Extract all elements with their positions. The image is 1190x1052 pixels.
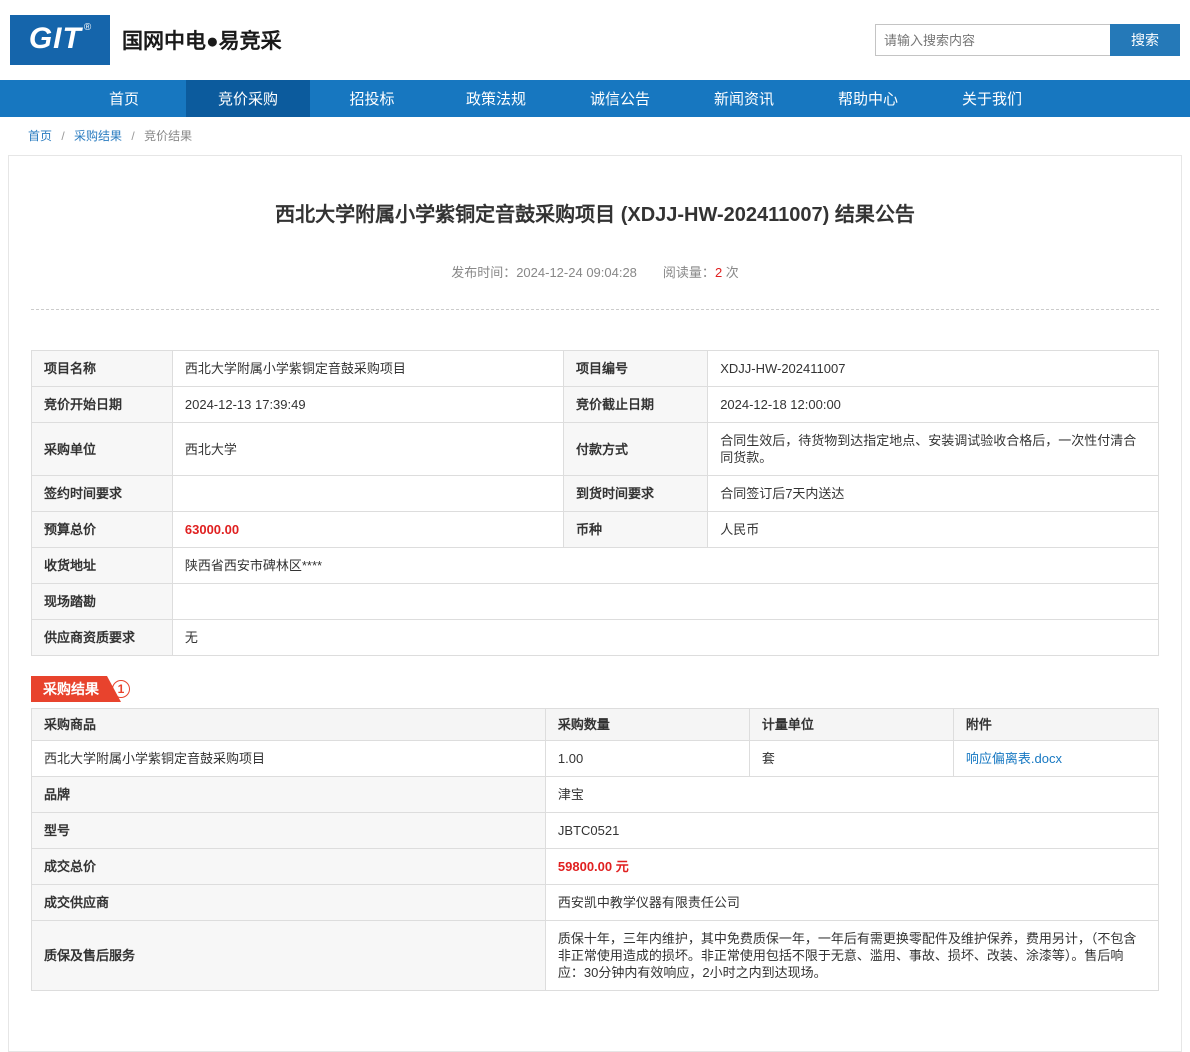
project-info-table: 项目名称 西北大学附属小学紫铜定音鼓采购项目 项目编号 XDJJ-HW-2024… [31, 350, 1159, 656]
info-label: 预算总价 [32, 512, 173, 548]
views-count: 2 [715, 265, 722, 280]
table-row: 成交总价 59800.00 元 [32, 849, 1159, 885]
info-value [172, 476, 563, 512]
info-value [172, 584, 1158, 620]
info-label: 收货地址 [32, 548, 173, 584]
attachment-cell: 响应偏离表.docx [953, 741, 1158, 777]
info-value: 西北大学附属小学紫铜定音鼓采购项目 [172, 351, 563, 387]
views-unit: 次 [726, 265, 739, 280]
table-row: 成交供应商 西安凯中教学仪器有限责任公司 [32, 885, 1159, 921]
search-button[interactable]: 搜索 [1110, 24, 1180, 56]
deal-total-price: 59800.00 元 [545, 849, 1158, 885]
announcement-meta: 发布时间：2024-12-24 09:04:28 阅读量：2 次 [31, 262, 1159, 281]
table-row: 西北大学附属小学紫铜定音鼓采购项目 1.00 套 响应偏离表.docx [32, 741, 1159, 777]
info-label: 项目名称 [32, 351, 173, 387]
breadcrumb-separator: / [61, 129, 64, 143]
table-row: 现场踏勘 [32, 584, 1159, 620]
table-header-row: 采购商品 采购数量 计量单位 附件 [32, 709, 1159, 741]
product-name: 西北大学附属小学紫铜定音鼓采购项目 [32, 741, 546, 777]
column-header: 采购商品 [32, 709, 546, 741]
column-header: 附件 [953, 709, 1158, 741]
column-header: 采购数量 [545, 709, 749, 741]
search-bar: 搜索 [875, 24, 1180, 56]
detail-label: 成交供应商 [32, 885, 546, 921]
table-row: 品牌 津宝 [32, 777, 1159, 813]
nav-item-integrity-notice[interactable]: 诚信公告 [558, 80, 682, 117]
info-label: 付款方式 [563, 423, 707, 476]
top-header: GIT ® 国网中电●易竞采 搜索 [0, 0, 1190, 80]
table-row: 竞价开始日期 2024-12-13 17:39:49 竞价截止日期 2024-1… [32, 387, 1159, 423]
breadcrumb: 首页 / 采购结果 / 竞价结果 [0, 117, 1190, 155]
table-row: 型号 JBTC0521 [32, 813, 1159, 849]
info-label: 币种 [563, 512, 707, 548]
table-row: 预算总价 63000.00 币种 人民币 [32, 512, 1159, 548]
purchase-result-tab: 采购结果 1 [31, 676, 1159, 702]
breadcrumb-separator: / [131, 129, 134, 143]
info-label: 采购单位 [32, 423, 173, 476]
info-value: 合同生效后，待货物到达指定地点、安装调试验收合格后，一次性付清合同货款。 [708, 423, 1159, 476]
table-row: 采购单位 西北大学 付款方式 合同生效后，待货物到达指定地点、安装调试验收合格后… [32, 423, 1159, 476]
info-label: 供应商资质要求 [32, 620, 173, 656]
purchase-result-ribbon: 采购结果 [31, 676, 121, 702]
info-label: 签约时间要求 [32, 476, 173, 512]
info-value: 无 [172, 620, 1158, 656]
detail-label: 型号 [32, 813, 546, 849]
detail-label: 品牌 [32, 777, 546, 813]
breadcrumb-home[interactable]: 首页 [28, 129, 52, 143]
detail-value: 西安凯中教学仪器有限责任公司 [545, 885, 1158, 921]
announcement-card: 西北大学附属小学紫铜定音鼓采购项目 (XDJJ-HW-202411007) 结果… [8, 155, 1182, 1052]
info-value: 陕西省西安市碑林区**** [172, 548, 1158, 584]
info-label: 到货时间要求 [563, 476, 707, 512]
breadcrumb-current: 竞价结果 [144, 129, 192, 143]
attachment-link[interactable]: 响应偏离表.docx [966, 751, 1062, 766]
column-header: 计量单位 [749, 709, 953, 741]
nav-item-news[interactable]: 新闻资讯 [682, 80, 806, 117]
logo-text: GIT [29, 21, 82, 57]
publish-time-label: 发布时间： [451, 265, 516, 280]
info-value: 人民币 [708, 512, 1159, 548]
detail-value: JBTC0521 [545, 813, 1158, 849]
site-name: 国网中电●易竞采 [122, 25, 282, 55]
table-row: 签约时间要求 到货时间要求 合同签订后7天内送达 [32, 476, 1159, 512]
dashed-divider [31, 309, 1159, 310]
nav-item-about-us[interactable]: 关于我们 [930, 80, 1054, 117]
table-row: 质保及售后服务 质保十年，三年内维护，其中免费质保一年，一年后有需更换零配件及维… [32, 921, 1159, 991]
budget-total-value: 63000.00 [172, 512, 563, 548]
nav-item-tender[interactable]: 招投标 [310, 80, 434, 117]
page-title: 西北大学附属小学紫铜定音鼓采购项目 (XDJJ-HW-202411007) 结果… [31, 200, 1159, 230]
logo-registered-mark: ® [84, 22, 91, 33]
purchase-result-table: 采购商品 采购数量 计量单位 附件 西北大学附属小学紫铜定音鼓采购项目 1.00… [31, 708, 1159, 991]
info-label: 竞价截止日期 [563, 387, 707, 423]
table-row: 项目名称 西北大学附属小学紫铜定音鼓采购项目 项目编号 XDJJ-HW-2024… [32, 351, 1159, 387]
views-label: 阅读量： [663, 265, 715, 280]
detail-value: 质保十年，三年内维护，其中免费质保一年，一年后有需更换零配件及维护保养，费用另计… [545, 921, 1158, 991]
nav-item-home[interactable]: 首页 [62, 80, 186, 117]
nav-item-help-center[interactable]: 帮助中心 [806, 80, 930, 117]
info-label: 项目编号 [563, 351, 707, 387]
site-logo[interactable]: GIT ® [10, 15, 110, 65]
table-row: 供应商资质要求 无 [32, 620, 1159, 656]
info-value: XDJJ-HW-202411007 [708, 351, 1159, 387]
detail-label: 成交总价 [32, 849, 546, 885]
product-unit: 套 [749, 741, 953, 777]
main-nav: 首页 竞价采购 招投标 政策法规 诚信公告 新闻资讯 帮助中心 关于我们 [0, 80, 1190, 117]
info-value: 2024-12-13 17:39:49 [172, 387, 563, 423]
detail-value: 津宝 [545, 777, 1158, 813]
info-label: 竞价开始日期 [32, 387, 173, 423]
breadcrumb-purchase-results[interactable]: 采购结果 [74, 129, 122, 143]
info-label: 现场踏勘 [32, 584, 173, 620]
info-value: 合同签订后7天内送达 [708, 476, 1159, 512]
nav-item-bidding-purchase[interactable]: 竞价采购 [186, 80, 310, 117]
publish-time-value: 2024-12-24 09:04:28 [516, 265, 637, 280]
info-value: 2024-12-18 12:00:00 [708, 387, 1159, 423]
nav-item-policy[interactable]: 政策法规 [434, 80, 558, 117]
detail-label: 质保及售后服务 [32, 921, 546, 991]
search-input[interactable] [875, 24, 1110, 56]
product-qty: 1.00 [545, 741, 749, 777]
info-value: 西北大学 [172, 423, 563, 476]
table-row: 收货地址 陕西省西安市碑林区**** [32, 548, 1159, 584]
